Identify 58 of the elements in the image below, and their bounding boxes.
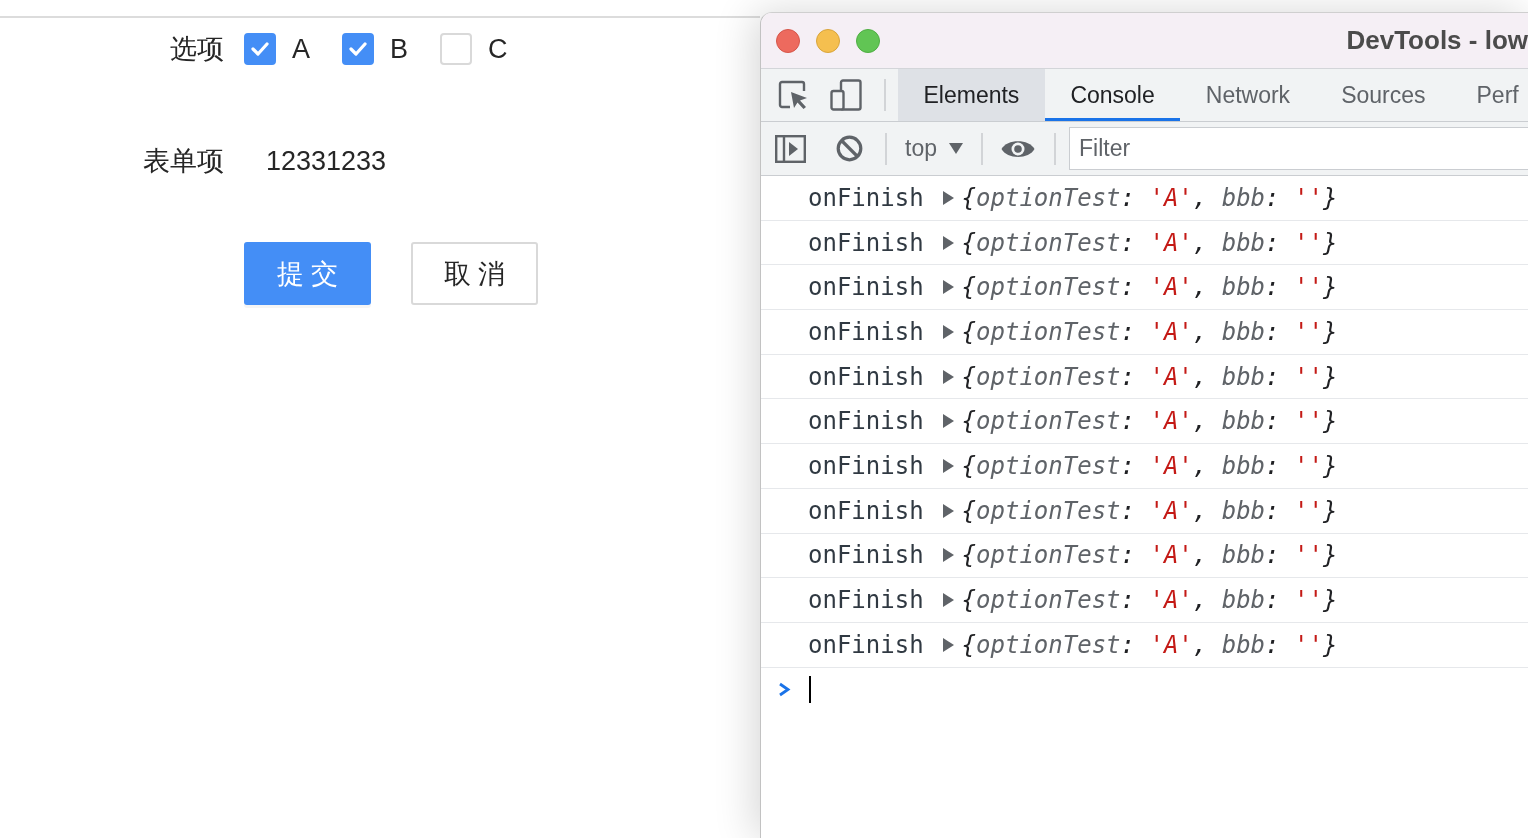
expand-triangle-icon[interactable] <box>942 190 954 205</box>
expand-triangle-icon[interactable] <box>942 369 954 384</box>
context-selector[interactable]: top <box>903 131 965 166</box>
log-label: onFinish <box>808 586 924 615</box>
log-label: onFinish <box>808 183 924 212</box>
cancel-button[interactable]: 取 消 <box>411 242 538 305</box>
expand-triangle-icon[interactable] <box>942 324 954 339</box>
log-label: onFinish <box>808 541 924 570</box>
phone-tablet-icon[interactable] <box>830 79 862 111</box>
form-label: 选项 <box>170 33 224 66</box>
field-value: 12331233 <box>266 145 387 177</box>
checkbox-label[interactable]: B <box>390 33 409 65</box>
checkmark-icon <box>251 42 269 56</box>
object-preview: {optionTest: 'A', bbb: ''} <box>961 273 1338 302</box>
object-preview: {optionTest: 'A', bbb: ''} <box>961 586 1338 615</box>
expand-triangle-icon[interactable] <box>942 458 954 473</box>
log-label: onFinish <box>808 317 924 346</box>
sidebar-icon[interactable] <box>775 134 806 163</box>
devtools-tab[interactable]: Elements <box>898 69 1045 121</box>
checkbox[interactable] <box>342 33 374 65</box>
checkbox-label[interactable]: A <box>292 33 310 65</box>
object-preview: {optionTest: 'A', bbb: ''} <box>961 496 1338 525</box>
checkbox-label[interactable]: C <box>488 33 508 65</box>
filter-input[interactable]: Filter <box>1069 127 1528 170</box>
object-preview: {optionTest: 'A', bbb: ''} <box>961 451 1338 480</box>
object-preview: {optionTest: 'A', bbb: ''} <box>961 407 1338 436</box>
expand-triangle-icon[interactable] <box>942 414 954 429</box>
log-label: onFinish <box>808 407 924 436</box>
form-label: 表单项 <box>143 145 224 178</box>
devtools-tab[interactable]: Perf <box>1451 69 1528 121</box>
prompt-chevron-icon <box>778 682 791 698</box>
log-label: onFinish <box>808 228 924 257</box>
expand-triangle-icon[interactable] <box>942 280 954 295</box>
expand-triangle-icon[interactable] <box>942 548 954 563</box>
caret-icon <box>949 143 963 154</box>
block-icon[interactable] <box>836 135 863 162</box>
window-title: DevTools - low <box>1346 25 1528 56</box>
log-label: onFinish <box>808 362 924 391</box>
object-preview: {optionTest: 'A', bbb: ''} <box>961 362 1338 391</box>
object-preview: {optionTest: 'A', bbb: ''} <box>961 317 1338 346</box>
object-preview: {optionTest: 'A', bbb: ''} <box>961 630 1338 659</box>
expand-triangle-icon[interactable] <box>942 235 954 250</box>
expand-triangle-icon[interactable] <box>942 593 954 608</box>
log-label: onFinish <box>808 496 924 525</box>
object-preview: {optionTest: 'A', bbb: ''} <box>961 183 1338 212</box>
close-button[interactable] <box>776 28 800 53</box>
checkmark-icon <box>349 42 367 56</box>
log-label: onFinish <box>808 451 924 480</box>
log-label: onFinish <box>808 273 924 302</box>
checkbox[interactable] <box>244 33 276 65</box>
devtools-tab[interactable]: Network <box>1180 69 1316 121</box>
object-preview: {optionTest: 'A', bbb: ''} <box>961 541 1338 570</box>
expand-triangle-icon[interactable] <box>942 637 954 652</box>
devtools-tab[interactable]: Sources <box>1315 69 1451 121</box>
expand-triangle-icon[interactable] <box>942 503 954 518</box>
log-label: onFinish <box>808 630 924 659</box>
cursor-in-box-icon[interactable] <box>778 80 809 110</box>
object-preview: {optionTest: 'A', bbb: ''} <box>961 228 1338 257</box>
